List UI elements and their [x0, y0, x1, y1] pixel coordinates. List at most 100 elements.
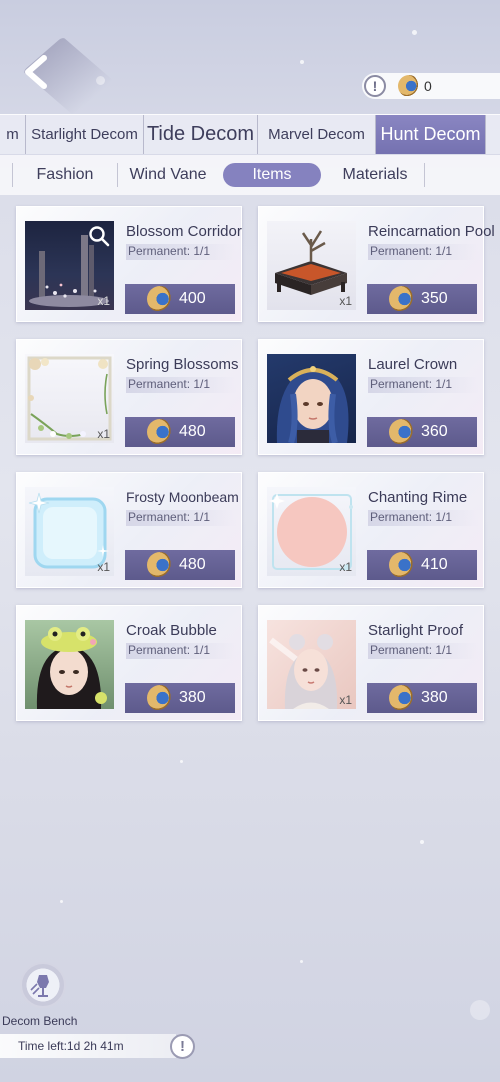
sparkle — [180, 760, 183, 763]
item-permanent-limit: Permanent: 1/1 — [126, 377, 236, 393]
buy-button[interactable]: 410 — [367, 550, 477, 580]
moon-coin-icon — [398, 75, 420, 97]
item-price: 380 — [179, 689, 206, 706]
item-permanent-limit: Permanent: 1/1 — [126, 244, 236, 260]
sparkle — [300, 60, 304, 64]
tab-partial[interactable]: m — [0, 115, 26, 154]
item-price: 400 — [179, 290, 206, 307]
item-thumbnail: x1 — [267, 487, 356, 576]
subtab-label: Materials — [342, 166, 408, 183]
tab-hunt-decom[interactable]: Hunt Decom — [376, 115, 486, 154]
portrait-laurel-crown-image — [276, 366, 349, 443]
sparkle — [470, 1000, 490, 1020]
item-name: Spring Blossoms — [126, 356, 239, 373]
sub-tabs: Fashion Wind Vane Items Materials — [0, 155, 500, 195]
back-button[interactable] — [14, 36, 114, 116]
item-price: 410 — [421, 556, 448, 573]
tab-label: Hunt Decom — [380, 124, 481, 144]
buy-button[interactable]: 350 — [367, 284, 477, 314]
item-name: Starlight Proof — [368, 622, 464, 639]
sparkle — [60, 900, 63, 903]
subtab-items[interactable]: Items — [223, 163, 321, 187]
item-name: Frosty Moonbeam — [126, 489, 239, 505]
item-name: Chanting Rime — [368, 489, 468, 506]
item-name: Blossom Corridor — [126, 223, 242, 240]
info-icon[interactable]: ! — [170, 1034, 195, 1059]
moon-coin-icon — [147, 286, 173, 312]
subtab-label: Items — [252, 166, 292, 183]
moon-coin-icon — [389, 286, 415, 312]
item-permanent-limit: Permanent: 1/1 — [368, 244, 478, 260]
tab-label: Starlight Decom — [31, 126, 138, 143]
item-quantity: x1 — [97, 560, 110, 574]
tab-tide-decom[interactable]: Tide Decom — [144, 115, 258, 154]
buy-button[interactable]: 400 — [125, 284, 235, 314]
subtab-wind-vane[interactable]: Wind Vane — [118, 163, 218, 187]
tab-starlight-decom[interactable]: Starlight Decom — [26, 115, 144, 154]
moon-coin-icon — [147, 552, 173, 578]
time-left-text: Time left:1d 2h 41m — [18, 1039, 124, 1053]
item-quantity: x1 — [339, 560, 352, 574]
item-price: 360 — [421, 423, 448, 440]
buy-button[interactable]: 480 — [125, 417, 235, 447]
decom-bench-button[interactable] — [20, 962, 66, 1008]
item-thumbnail: x1 — [25, 221, 114, 310]
subtab-label: Wind Vane — [129, 166, 207, 183]
moon-coin-icon — [147, 419, 173, 445]
buy-button[interactable]: 480 — [125, 550, 235, 580]
item-permanent-limit: Permanent: 1/1 — [126, 510, 236, 526]
tab-marvel-decom[interactable]: Marvel Decom — [258, 115, 376, 154]
item-thumbnail: x1 — [267, 620, 356, 709]
divider — [424, 163, 425, 187]
item-card-reincarnation-pool[interactable]: x1 Reincarnation Pool Permanent: 1/1 350 — [258, 206, 495, 322]
item-name: Laurel Crown — [368, 356, 458, 373]
time-left-bar: Time left:1d 2h 41m — [0, 1034, 176, 1058]
back-arrow-icon — [25, 55, 47, 89]
item-permanent-limit: Permanent: 1/1 — [126, 643, 236, 659]
currency-amount: 0 — [424, 78, 432, 94]
item-card-starlight-proof[interactable]: x1 Starlight Proof Permanent: 1/1 380 — [258, 605, 484, 721]
item-quantity: x1 — [339, 693, 352, 707]
buy-button[interactable]: 380 — [125, 683, 235, 713]
item-card-laurel-crown[interactable]: Laurel Crown Permanent: 1/1 360 — [258, 339, 484, 455]
currency-bar: ! 0 — [362, 73, 500, 99]
info-icon[interactable]: ! — [364, 75, 386, 97]
item-card-croak-bubble[interactable]: Croak Bubble Permanent: 1/1 380 — [16, 605, 242, 721]
item-thumbnail — [267, 354, 356, 443]
subtab-fashion[interactable]: Fashion — [13, 163, 117, 187]
category-tabs: m Starlight Decom Tide Decom Marvel Deco… — [0, 114, 500, 154]
portrait-frog-hat-image — [36, 627, 107, 709]
item-name: Croak Bubble — [126, 622, 217, 639]
item-price: 350 — [421, 290, 448, 307]
buy-button[interactable]: 380 — [367, 683, 477, 713]
item-thumbnail: x1 — [25, 487, 114, 576]
sparkle — [412, 30, 417, 35]
item-price: 380 — [421, 689, 448, 706]
moon-coin-icon — [389, 552, 415, 578]
item-price: 480 — [179, 423, 206, 440]
item-card-spring-blossoms[interactable]: x1 Spring Blossoms Permanent: 1/1 480 — [16, 339, 242, 455]
item-quantity: x1 — [97, 294, 110, 308]
item-card-frosty-moonbeam[interactable]: x1 Frosty Moonbeam Permanent: 1/1 480 — [16, 472, 242, 588]
tab-label: Marvel Decom — [268, 126, 365, 143]
search-icon[interactable] — [88, 225, 110, 247]
item-thumbnail: x1 — [267, 221, 356, 310]
subtab-label: Fashion — [36, 166, 94, 183]
item-card-blossom-corridor[interactable]: x1 Blossom Corridor Permanent: 1/1 400 — [16, 206, 242, 322]
sparkle — [420, 840, 424, 844]
moon-coin-icon — [147, 685, 173, 711]
subtab-materials[interactable]: Materials — [326, 163, 424, 187]
buy-button[interactable]: 360 — [367, 417, 477, 447]
item-quantity: x1 — [97, 427, 110, 441]
item-name: Reincarnation Pool — [368, 223, 495, 240]
tab-label: Tide Decom — [146, 123, 255, 145]
item-card-chanting-rime[interactable]: x1 Chanting Rime Permanent: 1/1 410 — [258, 472, 484, 588]
moon-coin-icon — [389, 685, 415, 711]
item-permanent-limit: Permanent: 1/1 — [368, 377, 478, 393]
moon-coin-icon — [389, 419, 415, 445]
decom-bench-label: Decom Bench — [2, 1014, 78, 1028]
sparkle — [300, 960, 303, 963]
item-thumbnail — [25, 620, 114, 709]
item-permanent-limit: Permanent: 1/1 — [368, 510, 478, 526]
item-permanent-limit: Permanent: 1/1 — [368, 643, 478, 659]
